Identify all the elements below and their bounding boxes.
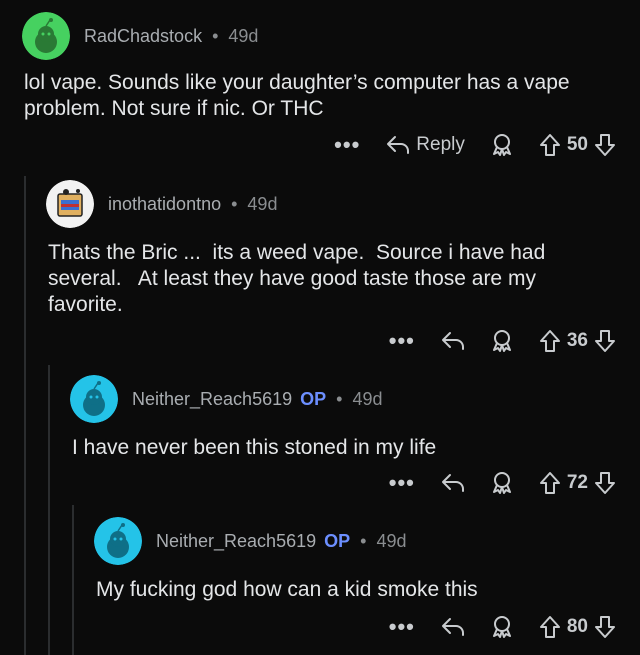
thread-line [72, 505, 74, 655]
downvote-icon[interactable] [594, 133, 616, 157]
comment-body: I have never been this stoned in my life [72, 436, 437, 459]
separator-dot: • [336, 388, 343, 409]
more-options-button[interactable]: ••• [389, 616, 415, 638]
vote-count: 36 [566, 330, 588, 351]
username[interactable]: RadChadstock [84, 26, 202, 47]
upvote-icon[interactable] [539, 471, 561, 495]
upvote-icon[interactable] [539, 615, 561, 639]
more-options-button[interactable]: ••• [389, 472, 415, 494]
comment-header: Neither_Reach5619 OP • 49d [94, 517, 407, 565]
downvote-icon[interactable] [594, 615, 616, 639]
avatar[interactable] [22, 12, 70, 60]
downvote-icon[interactable] [594, 471, 616, 495]
avatar[interactable] [70, 375, 118, 423]
comment-header: Neither_Reach5619 OP • 49d [70, 375, 383, 423]
username[interactable]: inothatidontno [108, 194, 221, 215]
award-icon[interactable] [491, 329, 513, 353]
more-options-button[interactable]: ••• [389, 330, 415, 352]
comment-body: lol vape. Sounds like your daughter’s co… [24, 71, 576, 120]
timestamp: 49d [247, 193, 278, 214]
comment-header: RadChadstock • 49d [22, 12, 258, 60]
comment-actions: ••• 80 [389, 612, 616, 642]
reply-button[interactable] [441, 472, 465, 494]
reply-button[interactable] [441, 616, 465, 638]
comment-actions: ••• Reply 50 [334, 130, 616, 160]
comment-actions: ••• 72 [389, 468, 616, 498]
award-icon[interactable] [491, 471, 513, 495]
reply-arrow-icon [441, 616, 465, 638]
reply-arrow-icon [386, 134, 410, 156]
reply-arrow-icon [441, 330, 465, 352]
vote-count: 80 [566, 616, 588, 637]
timestamp: 49d [376, 530, 407, 551]
reply-arrow-icon [441, 472, 465, 494]
downvote-icon[interactable] [594, 329, 616, 353]
op-badge: OP [324, 530, 351, 551]
comment-body: Thats the Bric ... its a weed vape. Sour… [48, 241, 552, 316]
vote-count: 72 [566, 472, 588, 493]
timestamp: 49d [228, 25, 259, 46]
upvote-icon[interactable] [539, 133, 561, 157]
reply-label: Reply [416, 134, 465, 155]
reply-button[interactable] [441, 330, 465, 352]
upvote-icon[interactable] [539, 329, 561, 353]
username[interactable]: Neither_Reach5619 [156, 531, 316, 552]
avatar[interactable] [46, 180, 94, 228]
award-icon[interactable] [491, 133, 513, 157]
separator-dot: • [360, 530, 367, 551]
separator-dot: • [212, 25, 219, 46]
comment-body: My fucking god how can a kid smoke this [96, 578, 478, 601]
comment-actions: ••• 36 [389, 326, 616, 356]
thread-line [24, 176, 26, 655]
more-options-button[interactable]: ••• [334, 134, 360, 156]
separator-dot: • [231, 193, 238, 214]
award-icon[interactable] [491, 615, 513, 639]
avatar[interactable] [94, 517, 142, 565]
op-badge: OP [300, 388, 327, 409]
vote-count: 50 [566, 134, 588, 155]
thread-line [48, 365, 50, 655]
comment-header: inothatidontno • 49d [46, 180, 277, 228]
username[interactable]: Neither_Reach5619 [132, 389, 292, 410]
timestamp: 49d [352, 388, 383, 409]
reply-button[interactable]: Reply [386, 134, 465, 156]
